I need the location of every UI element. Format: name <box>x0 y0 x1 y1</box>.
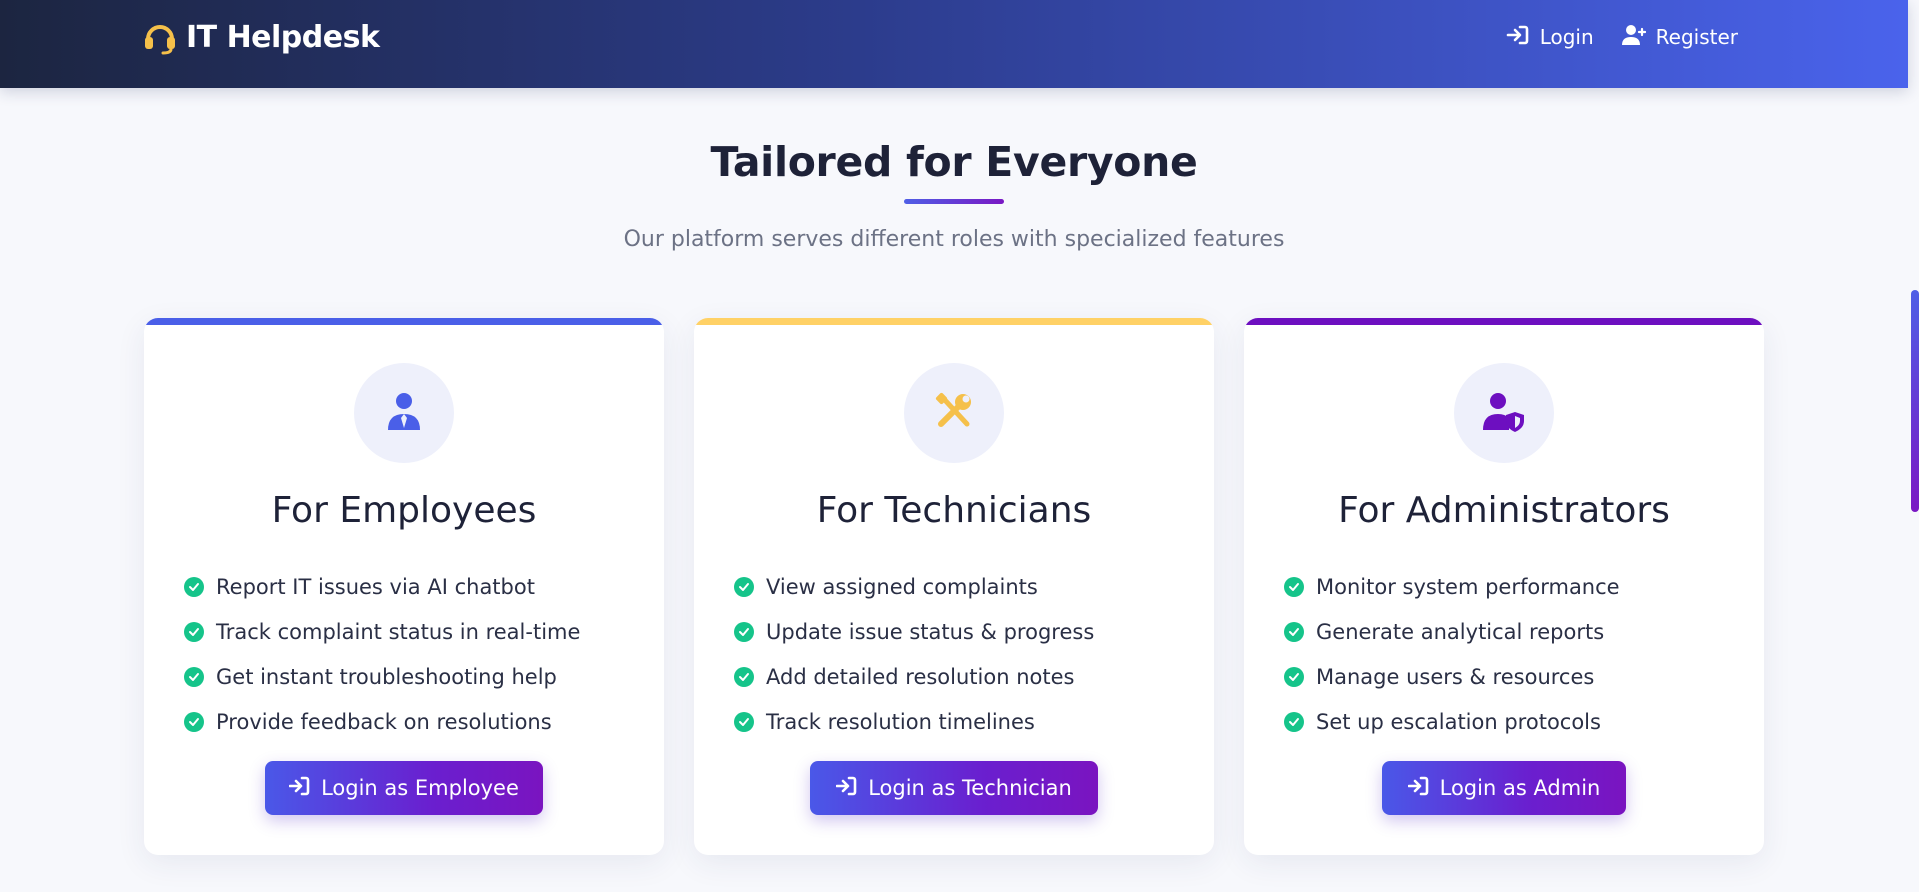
list-item: Update issue status & progress <box>734 609 1094 654</box>
check-circle-icon <box>184 666 204 687</box>
feature-list: Monitor system performance Generate anal… <box>1284 564 1620 744</box>
card-accent-bar <box>144 318 664 325</box>
sign-in-icon <box>1407 776 1430 801</box>
section-title: Tailored for Everyone <box>710 138 1198 186</box>
button-label: Login as Technician <box>868 776 1072 800</box>
list-item: Track resolution timelines <box>734 699 1094 744</box>
list-item: Track complaint status in real-time <box>184 609 580 654</box>
user-plus-icon <box>1621 24 1646 51</box>
card-accent-bar <box>1244 318 1764 325</box>
sign-in-icon <box>1506 24 1530 51</box>
sign-in-icon <box>288 776 311 801</box>
card-icon-circle <box>1454 363 1554 463</box>
check-circle-icon <box>734 576 754 597</box>
check-circle-icon <box>734 666 754 687</box>
feature-text: Update issue status & progress <box>766 619 1095 644</box>
list-item: Generate analytical reports <box>1284 609 1620 654</box>
list-item: Monitor system performance <box>1284 564 1620 609</box>
feature-text: View assigned complaints <box>766 574 1038 599</box>
list-item: Add detailed resolution notes <box>734 654 1094 699</box>
feature-list: View assigned complaints Update issue st… <box>734 564 1094 744</box>
title-underline <box>904 199 1004 204</box>
list-item: Get instant troubleshooting help <box>184 654 580 699</box>
sign-in-icon <box>835 776 858 801</box>
brand-name: IT Helpdesk <box>186 19 380 55</box>
button-label: Login as Employee <box>321 776 519 800</box>
employee-icon <box>383 390 425 436</box>
top-navbar: IT Helpdesk Login Register <box>0 0 1908 88</box>
card-title: For Technicians <box>816 490 1092 531</box>
check-circle-icon <box>184 621 204 642</box>
role-card-employees: For Employees Report IT issues via AI ch… <box>144 318 664 855</box>
scrollbar-thumb[interactable] <box>1911 290 1919 512</box>
feature-text: Generate analytical reports <box>1316 619 1605 644</box>
list-item: Report IT issues via AI chatbot <box>184 564 580 609</box>
list-item: Provide feedback on resolutions <box>184 699 580 744</box>
feature-list: Report IT issues via AI chatbot Track co… <box>184 564 580 744</box>
card-icon-circle <box>354 363 454 463</box>
user-shield-icon <box>1483 390 1525 436</box>
feature-text: Get instant troubleshooting help <box>216 664 557 689</box>
check-circle-icon <box>1284 711 1304 732</box>
check-circle-icon <box>184 711 204 732</box>
list-item: Set up escalation protocols <box>1284 699 1620 744</box>
headset-icon <box>140 17 180 57</box>
tools-icon <box>933 390 975 436</box>
nav-login-link[interactable]: Login <box>1506 24 1594 51</box>
nav-register-label: Register <box>1655 25 1738 49</box>
list-item: Manage users & resources <box>1284 654 1620 699</box>
brand-logo[interactable]: IT Helpdesk <box>140 16 380 58</box>
feature-text: Monitor system performance <box>1316 574 1620 599</box>
nav-login-label: Login <box>1539 25 1594 49</box>
login-technician-button[interactable]: Login as Technician <box>810 761 1098 815</box>
card-accent-bar <box>694 318 1214 325</box>
role-card-technicians: For Technicians View assigned complaints… <box>694 318 1214 855</box>
feature-text: Set up escalation protocols <box>1316 709 1601 734</box>
login-admin-button[interactable]: Login as Admin <box>1382 761 1626 815</box>
feature-text: Track resolution timelines <box>766 709 1035 734</box>
check-circle-icon <box>734 711 754 732</box>
feature-text: Provide feedback on resolutions <box>216 709 552 734</box>
check-circle-icon <box>1284 576 1304 597</box>
feature-text: Manage users & resources <box>1316 664 1595 689</box>
list-item: View assigned complaints <box>734 564 1094 609</box>
check-circle-icon <box>1284 666 1304 687</box>
nav-register-link[interactable]: Register <box>1621 24 1738 51</box>
feature-text: Track complaint status in real-time <box>216 619 581 644</box>
role-card-administrators: For Administrators Monitor system perfor… <box>1244 318 1764 855</box>
login-employee-button[interactable]: Login as Employee <box>265 761 543 815</box>
feature-text: Report IT issues via AI chatbot <box>216 574 535 599</box>
feature-text: Add detailed resolution notes <box>766 664 1075 689</box>
nav-links: Login Register <box>1506 20 1738 54</box>
check-circle-icon <box>734 621 754 642</box>
card-title: For Administrators <box>1338 490 1670 531</box>
card-icon-circle <box>904 363 1004 463</box>
card-title: For Employees <box>271 490 537 531</box>
section-subtitle: Our platform serves different roles with… <box>623 227 1285 252</box>
check-circle-icon <box>1284 621 1304 642</box>
check-circle-icon <box>184 576 204 597</box>
button-label: Login as Admin <box>1439 776 1601 800</box>
